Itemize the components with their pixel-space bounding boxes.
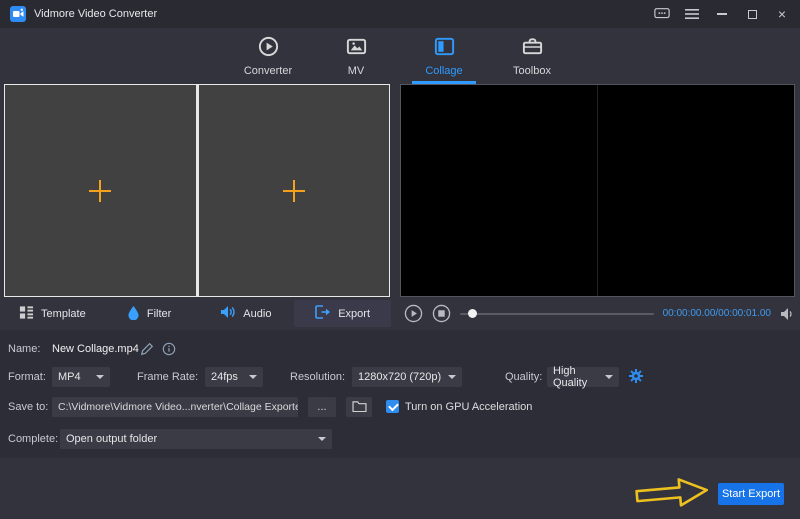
toolbar-audio-label: Audio <box>243 308 271 320</box>
mv-icon <box>345 35 368 61</box>
gpu-acceleration-checkbox[interactable] <box>386 400 399 413</box>
complete-action-dropdown[interactable]: Open output folder <box>60 429 332 449</box>
tab-mv[interactable]: MV <box>323 28 389 84</box>
filter-droplet-icon <box>127 305 140 323</box>
resolution-label: Resolution: <box>290 366 345 388</box>
collage-editor <box>4 84 390 297</box>
add-video-plus-icon <box>89 180 111 202</box>
toolbar-filter-button[interactable]: Filter <box>101 300 198 327</box>
editor-toolbar: Template Filter Audio Export <box>4 300 391 327</box>
info-icon[interactable] <box>162 338 176 360</box>
chevron-down-icon <box>249 375 257 379</box>
browse-ellipsis-button[interactable]: ... <box>308 397 336 417</box>
minimize-icon[interactable] <box>714 6 730 22</box>
export-settings-panel: Name: New Collage.mp4 Format: MP4 Frame … <box>0 330 800 458</box>
complete-label: Complete: <box>8 428 58 450</box>
volume-icon[interactable] <box>780 307 796 321</box>
preview-pane-left <box>401 85 597 296</box>
save-to-label: Save to: <box>8 396 48 418</box>
stop-button[interactable] <box>432 304 451 323</box>
frame-rate-dropdown[interactable]: 24fps <box>205 367 263 387</box>
save-to-path-input[interactable]: C:\Vidmore\Vidmore Video...nverter\Colla… <box>52 397 298 417</box>
toolbar-export-button[interactable]: Export <box>294 300 391 327</box>
close-icon[interactable]: × <box>774 6 790 22</box>
seek-track <box>460 313 654 315</box>
quality-dropdown[interactable]: High Quality <box>547 367 619 387</box>
format-label: Format: <box>8 366 46 388</box>
tab-mv-label: MV <box>348 65 365 77</box>
play-button[interactable] <box>404 304 423 323</box>
menu-icon[interactable] <box>684 6 700 22</box>
toolbar-template-label: Template <box>41 308 86 320</box>
main-nav: Converter MV Collage Toolbox <box>0 28 800 84</box>
seek-thumb[interactable] <box>468 309 477 318</box>
player-bar: 00:00:00.00/00:00:01.00 <box>404 300 796 327</box>
quality-label: Quality: <box>505 366 542 388</box>
tab-converter-label: Converter <box>244 65 292 77</box>
toolbar-filter-label: Filter <box>147 308 171 320</box>
complete-row: Complete: Open output folder <box>0 428 800 450</box>
bottom-bar: Start Export <box>0 458 800 519</box>
settings-gear-icon[interactable] <box>628 365 644 387</box>
template-icon <box>19 305 34 323</box>
resolution-dropdown[interactable]: 1280x720 (720p) <box>352 367 462 387</box>
collage-cell-1[interactable] <box>5 85 196 296</box>
app-title: Vidmore Video Converter <box>34 8 157 20</box>
tab-toolbox-label: Toolbox <box>513 65 551 77</box>
format-dropdown-value: MP4 <box>58 371 81 383</box>
gpu-acceleration-label: Turn on GPU Acceleration <box>405 396 532 418</box>
name-row: Name: New Collage.mp4 <box>0 338 800 360</box>
toolbox-icon <box>521 35 544 61</box>
ellipsis-label: ... <box>317 401 326 413</box>
quality-dropdown-value: High Quality <box>553 365 599 389</box>
frame-rate-label: Frame Rate: <box>137 366 198 388</box>
start-export-button[interactable]: Start Export <box>718 483 784 505</box>
complete-action-value: Open output folder <box>66 433 157 445</box>
add-video-plus-icon <box>283 180 305 202</box>
tab-collage-label: Collage <box>425 65 462 77</box>
toolbar-audio-button[interactable]: Audio <box>198 300 295 327</box>
tab-converter[interactable]: Converter <box>235 28 301 84</box>
titlebar: Vidmore Video Converter × <box>0 0 800 28</box>
maximize-icon[interactable] <box>744 6 760 22</box>
name-label: Name: <box>8 338 40 360</box>
feedback-icon[interactable] <box>654 6 670 22</box>
tab-collage[interactable]: Collage <box>411 28 477 84</box>
folder-icon <box>352 400 367 415</box>
titlebar-controls: × <box>654 6 790 22</box>
tab-toolbox[interactable]: Toolbox <box>499 28 565 84</box>
preview-pane-right <box>597 85 794 296</box>
app-logo-icon <box>10 6 26 22</box>
collage-cell-2[interactable] <box>199 85 390 296</box>
playback-time: 00:00:00.00/00:00:01.00 <box>663 308 771 319</box>
edit-pencil-icon[interactable] <box>140 338 154 360</box>
collage-icon <box>433 35 456 61</box>
converter-icon <box>257 35 280 61</box>
chevron-down-icon <box>605 375 613 379</box>
save-to-row: Save to: C:\Vidmore\Vidmore Video...nver… <box>0 396 800 418</box>
open-folder-button[interactable] <box>346 397 372 417</box>
frame-rate-dropdown-value: 24fps <box>211 371 238 383</box>
save-to-path-value: C:\Vidmore\Vidmore Video...nverter\Colla… <box>58 401 298 413</box>
toolbar-template-button[interactable]: Template <box>4 300 101 327</box>
chevron-down-icon <box>96 375 104 379</box>
chevron-down-icon <box>318 437 326 441</box>
format-dropdown[interactable]: MP4 <box>52 367 110 387</box>
preview-area <box>400 84 795 297</box>
annotation-arrow <box>633 473 714 517</box>
resolution-dropdown-value: 1280x720 (720p) <box>358 371 441 383</box>
name-value: New Collage.mp4 <box>52 338 139 360</box>
format-row: Format: MP4 Frame Rate: 24fps Resolution… <box>0 366 800 388</box>
audio-speaker-icon <box>220 305 236 322</box>
export-icon <box>315 305 331 322</box>
seek-slider[interactable] <box>460 307 654 321</box>
app-window: Vidmore Video Converter × Converter MV <box>0 0 800 519</box>
chevron-down-icon <box>448 375 456 379</box>
toolbar-export-label: Export <box>338 308 370 320</box>
